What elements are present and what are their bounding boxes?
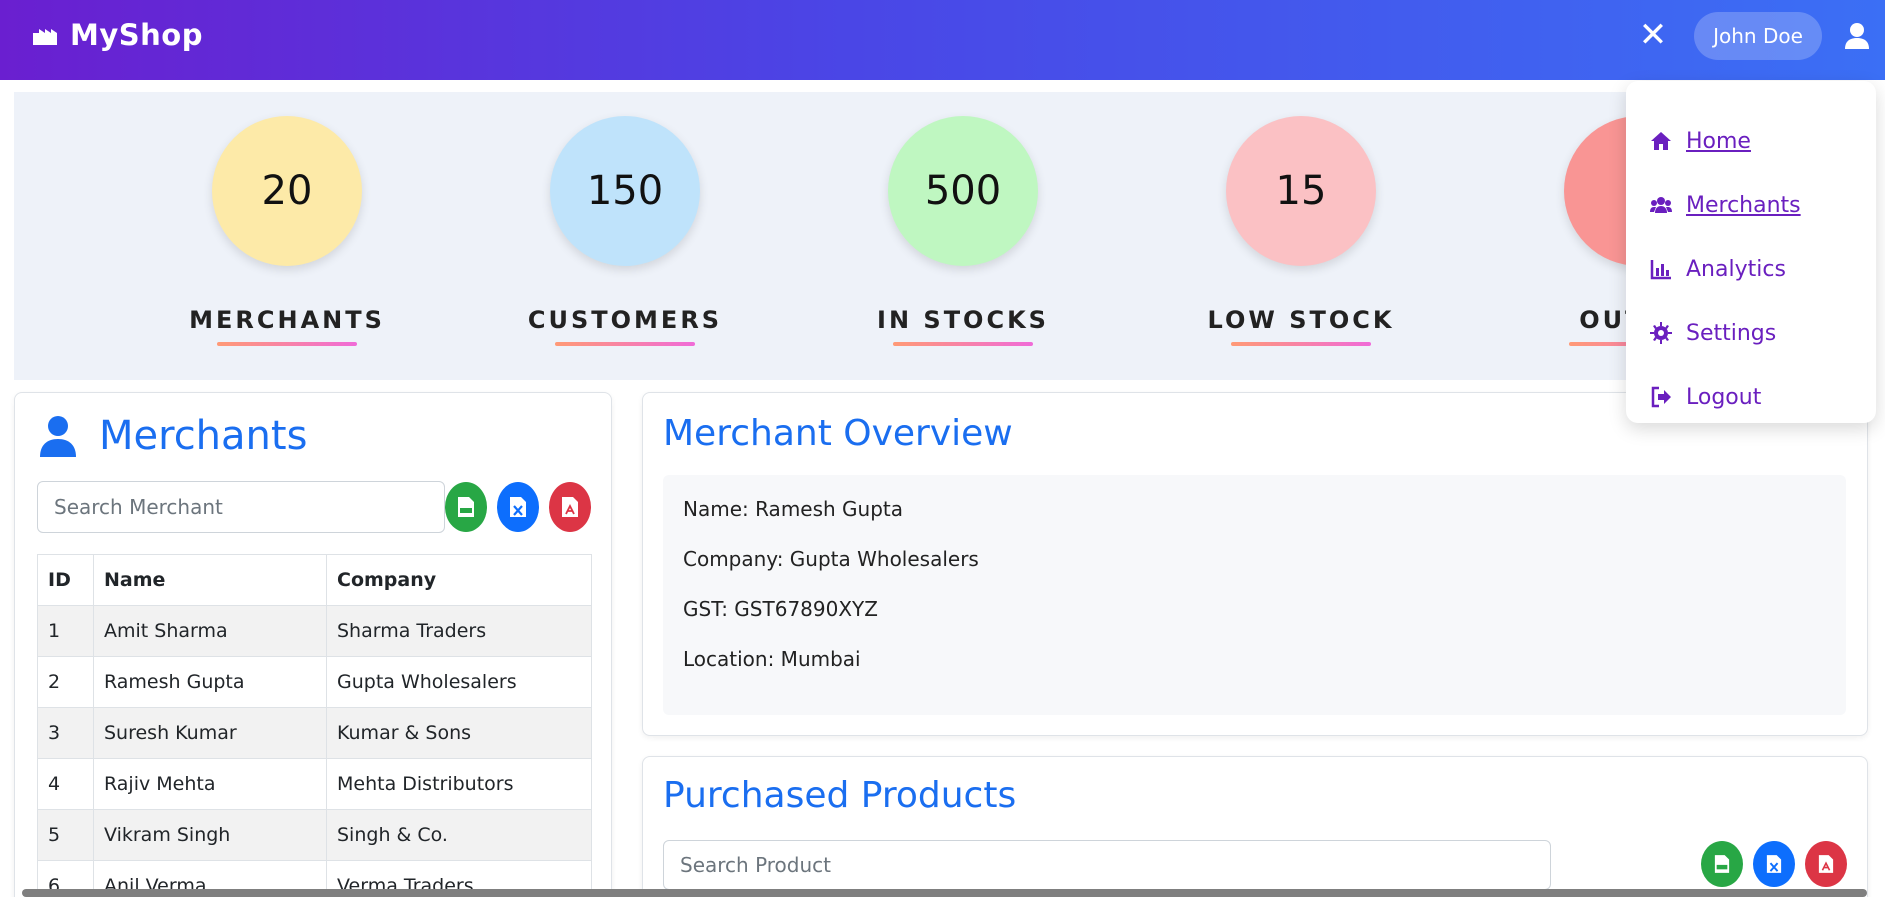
table-row[interactable]: 5 Vikram Singh Singh & Co. <box>37 809 592 861</box>
purchased-products-card: Purchased Products Search Product <box>642 756 1868 897</box>
cell-name: Rajiv Mehta <box>93 758 327 810</box>
stat-label: IN STOCKS <box>877 306 1049 334</box>
menu-item-analytics[interactable]: Analytics <box>1626 237 1876 301</box>
cell-company: Mehta Distributors <box>326 758 592 810</box>
menu-item-settings[interactable]: Settings <box>1626 301 1876 365</box>
cell-company: Kumar & Sons <box>326 707 592 759</box>
cell-name: Ramesh Gupta <box>93 656 327 708</box>
export-csv-button[interactable] <box>445 482 487 532</box>
products-title: Purchased Products <box>663 775 1017 816</box>
search-merchant-input[interactable]: Search Merchant <box>37 481 445 533</box>
overview-name: Name: Ramesh Gupta <box>683 497 904 521</box>
overview-gst: GST: GST67890XYZ <box>683 597 878 621</box>
menu-item-home[interactable]: Home <box>1626 109 1876 173</box>
logout-icon <box>1651 386 1671 408</box>
table-row[interactable]: 4 Rajiv Mehta Mehta Distributors <box>37 758 592 810</box>
overview-company: Company: Gupta Wholesalers <box>683 547 979 571</box>
export-excel-button[interactable] <box>497 482 539 532</box>
menu-item-label: Home <box>1686 128 1751 154</box>
brand[interactable]: MyShop <box>32 18 203 52</box>
gear-icon <box>1650 322 1672 344</box>
stat-in-stocks: 500 IN STOCKS <box>863 116 1063 346</box>
user-name-pill[interactable]: John Doe <box>1694 12 1822 60</box>
overview-title: Merchant Overview <box>663 413 1013 454</box>
cell-name: Amit Sharma <box>93 605 327 657</box>
cell-company: Gupta Wholesalers <box>326 656 592 708</box>
stat-customers: 150 CUSTOMERS <box>525 116 725 346</box>
cell-name: Vikram Singh <box>93 809 327 861</box>
export-pdf-button[interactable] <box>549 482 591 532</box>
cell-company: Singh & Co. <box>326 809 592 861</box>
stat-circle: 500 <box>888 116 1038 266</box>
merchants-table: ID Name Company 1 Amit Sharma Sharma Tra… <box>37 554 592 897</box>
merchants-title: Merchants <box>39 413 307 459</box>
stat-label: CUSTOMERS <box>527 306 723 334</box>
menu-item-logout[interactable]: Logout <box>1626 365 1876 429</box>
cell-id: 2 <box>37 656 94 708</box>
store-icon <box>33 29 57 45</box>
home-icon <box>1651 132 1671 150</box>
table-row[interactable]: 2 Ramesh Gupta Gupta Wholesalers <box>37 656 592 708</box>
person-icon <box>40 416 76 457</box>
brand-name: MyShop <box>70 18 203 52</box>
table-row[interactable]: 1 Amit Sharma Sharma Traders <box>37 605 592 657</box>
excel-file-icon <box>1766 855 1782 873</box>
overview-details: Name: Ramesh Gupta Company: Gupta Wholes… <box>663 475 1846 715</box>
stat-low-stock: 15 LOW STOCK <box>1201 116 1401 346</box>
merchants-card: Merchants Search Merchant ID Name Compan… <box>14 392 612 897</box>
column-header[interactable]: Company <box>326 554 592 606</box>
stat-label: MERCHANTS <box>189 306 385 334</box>
stat-underline <box>217 342 357 346</box>
stat-underline <box>1231 342 1371 346</box>
user-dropdown-menu: Home Merchants Analytics Settings Logout <box>1626 81 1876 423</box>
export-excel-button[interactable] <box>1753 841 1795 887</box>
stats-panel: 20 MERCHANTS 150 CUSTOMERS 500 IN STOCKS… <box>14 92 1864 380</box>
pdf-file-icon <box>1818 855 1834 873</box>
stat-circle: 20 <box>212 116 362 266</box>
pdf-file-icon <box>562 497 578 517</box>
csv-file-icon <box>1714 855 1730 873</box>
menu-item-label: Analytics <box>1686 256 1786 282</box>
menu-item-merchants[interactable]: Merchants <box>1626 173 1876 237</box>
search-product-input[interactable]: Search Product <box>663 840 1551 890</box>
stat-underline <box>555 342 695 346</box>
users-icon <box>1650 197 1672 213</box>
export-pdf-button[interactable] <box>1805 841 1847 887</box>
cell-company: Sharma Traders <box>326 605 592 657</box>
user-icon[interactable] <box>1844 22 1870 50</box>
menu-item-label: Logout <box>1686 384 1762 410</box>
overview-location: Location: Mumbai <box>683 647 861 671</box>
top-navbar: MyShop ✕ John Doe <box>0 0 1885 80</box>
stat-circle: 150 <box>550 116 700 266</box>
table-header-row: ID Name Company <box>37 554 592 606</box>
cell-id: 1 <box>37 605 94 657</box>
table-row[interactable]: 3 Suresh Kumar Kumar & Sons <box>37 707 592 759</box>
cell-name: Suresh Kumar <box>93 707 327 759</box>
horizontal-scrollbar[interactable] <box>22 889 1867 897</box>
excel-file-icon <box>510 497 526 517</box>
csv-file-icon <box>458 497 474 517</box>
chart-icon <box>1650 260 1671 280</box>
merchants-title-text: Merchants <box>99 413 308 459</box>
menu-item-label: Settings <box>1686 320 1777 346</box>
merchant-overview-card: Merchant Overview Name: Ramesh Gupta Com… <box>642 392 1868 736</box>
close-menu-button[interactable]: ✕ <box>1636 18 1670 52</box>
cell-id: 4 <box>37 758 94 810</box>
export-csv-button[interactable] <box>1701 841 1743 887</box>
stat-label: LOW STOCK <box>1207 306 1395 334</box>
stat-underline <box>893 342 1033 346</box>
menu-item-label: Merchants <box>1686 192 1801 218</box>
cell-id: 3 <box>37 707 94 759</box>
stat-merchants: 20 MERCHANTS <box>187 116 387 346</box>
column-header[interactable]: ID <box>37 554 94 606</box>
cell-id: 5 <box>37 809 94 861</box>
stat-circle: 15 <box>1226 116 1376 266</box>
column-header[interactable]: Name <box>93 554 327 606</box>
